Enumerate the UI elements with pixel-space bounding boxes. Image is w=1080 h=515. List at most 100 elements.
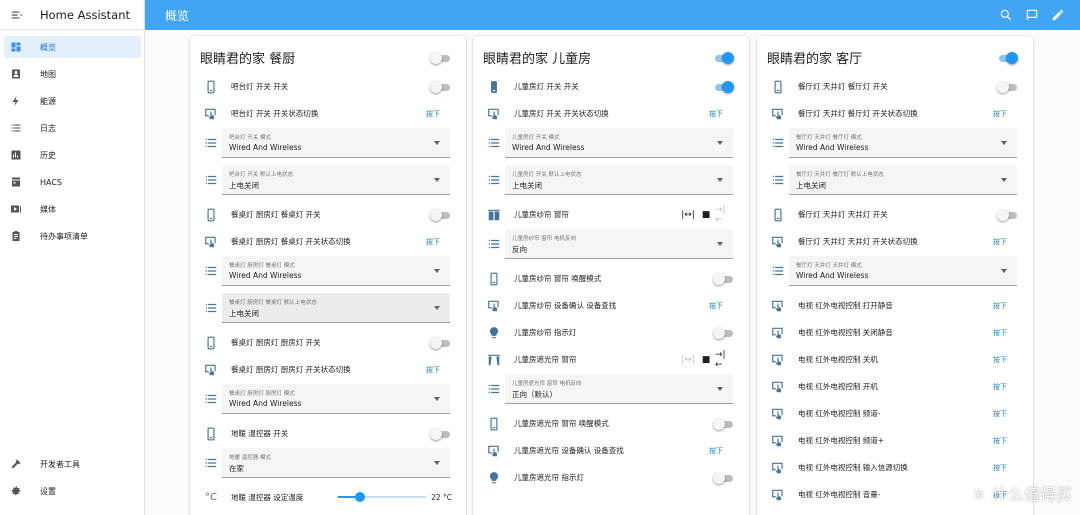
press-button[interactable]: 按下 [426, 237, 440, 247]
card-header-toggle[interactable] [713, 52, 734, 64]
press-button[interactable]: 按下 [993, 436, 1007, 446]
sidebar-item-hacs[interactable]: HACS [4, 171, 141, 193]
card-header-toggle[interactable] [997, 52, 1018, 64]
dropdown-caret-icon[interactable] [717, 141, 723, 145]
card-title: 眼睛君的家 儿童房 [483, 52, 592, 67]
select-box[interactable]: 吧台灯 开关 模式 Wired And Wireless [222, 128, 450, 158]
switch-icon [204, 208, 218, 222]
select-field[interactable]: 餐厅灯 天井灯 餐厅灯 模式 Wired And Wireless [757, 128, 1033, 158]
press-button[interactable]: 按下 [709, 446, 723, 456]
cover-stop-icon[interactable]: ■ [697, 355, 715, 365]
entity-toggle[interactable] [430, 80, 450, 93]
select-box[interactable]: 餐桌灯 厨房灯 餐桌灯 模式 Wired And Wireless [222, 256, 450, 286]
select-field[interactable]: 吧台灯 开关 模式 Wired And Wireless [190, 128, 466, 158]
press-button[interactable]: 按下 [993, 328, 1007, 338]
sidebar-item-label: 能源 [40, 96, 56, 106]
entity-toggle[interactable] [430, 208, 450, 221]
gear-icon [10, 485, 22, 497]
press-button[interactable]: 按下 [993, 463, 1007, 473]
menu-icon[interactable] [10, 8, 24, 22]
entity-toggle[interactable] [430, 336, 450, 349]
entity-name: 餐桌灯 厨房灯 餐桌灯 开关状态切换 [231, 237, 351, 246]
entity-toggle[interactable] [997, 208, 1017, 221]
entity-toggle[interactable] [997, 80, 1017, 93]
sidebar-item-settings[interactable]: 设置 [4, 480, 141, 502]
dropdown-caret-icon[interactable] [717, 242, 723, 246]
select-box[interactable]: 餐桌灯 厨房灯 厨房灯 模式 Wired And Wireless [222, 384, 450, 414]
temperature-slider[interactable] [338, 492, 426, 502]
sidebar-item-developer-tools[interactable]: 开发者工具 [4, 453, 141, 475]
dropdown-caret-icon[interactable] [434, 397, 440, 401]
entity-toggle[interactable] [713, 80, 734, 93]
sidebar-item-map[interactable]: 地图 [4, 63, 141, 85]
dropdown-caret-icon[interactable] [434, 461, 440, 465]
dropdown-caret-icon[interactable] [434, 141, 440, 145]
entity-name: 儿童房纱帘 窗帘 [514, 210, 569, 219]
select-box[interactable]: 儿童房纱帘 窗帘 电机反向 反向 [505, 229, 733, 259]
select-field[interactable]: 餐桌灯 厨房灯 餐桌灯 默认上电状态 上电关闭 [190, 293, 466, 323]
edit-pencil-icon[interactable] [1051, 8, 1065, 22]
sidebar-item-overview[interactable]: 概览 [4, 36, 141, 58]
press-button[interactable]: 按下 [993, 355, 1007, 365]
search-icon[interactable] [999, 8, 1013, 22]
select-field[interactable]: 儿童房灯 开关 模式 Wired And Wireless [473, 128, 749, 158]
assist-chat-icon[interactable] [1025, 8, 1039, 22]
press-button[interactable]: 按下 [426, 365, 440, 375]
slider-knob[interactable] [355, 492, 365, 502]
cover-stop-icon[interactable]: ■ [697, 210, 715, 220]
select-value: 正向（默认） [512, 390, 557, 399]
dropdown-caret-icon[interactable] [1001, 269, 1007, 273]
select-field[interactable]: 餐厅灯 天井灯 天井灯 模式 Wired And Wireless [757, 256, 1033, 286]
entity-toggle[interactable] [713, 417, 733, 430]
sidebar-item-energy[interactable]: 能源 [4, 90, 141, 112]
select-box[interactable]: 餐厅灯 天井灯 天井灯 模式 Wired And Wireless [789, 256, 1017, 286]
dropdown-caret-icon[interactable] [717, 387, 723, 391]
select-field[interactable]: 餐厅灯 天井灯 餐厅灯 默认上电状态 上电关闭 [757, 165, 1033, 195]
list-icon [771, 136, 785, 150]
select-field[interactable]: 儿童房遮光帘 窗帘 电机反向 正向（默认） [473, 374, 749, 404]
select-field[interactable]: 地暖 温控器 模式 在家 [190, 448, 466, 478]
cover-open-icon[interactable]: |↔| [679, 210, 697, 220]
dropdown-caret-icon[interactable] [434, 269, 440, 273]
toggle-thumb [430, 80, 442, 93]
select-box[interactable]: 地暖 温控器 模式 在家 [222, 448, 450, 478]
select-box[interactable]: 儿童房灯 开关 默认上电状态 上电关闭 [505, 165, 733, 195]
select-box[interactable]: 儿童房灯 开关 模式 Wired And Wireless [505, 128, 733, 158]
card-header-toggle[interactable] [430, 52, 450, 64]
select-box[interactable]: 吧台灯 开关 默认上电状态 上电关闭 [222, 165, 450, 195]
press-button[interactable]: 按下 [993, 409, 1007, 419]
dropdown-caret-icon[interactable] [717, 178, 723, 182]
dropdown-caret-icon[interactable] [434, 178, 440, 182]
press-button[interactable]: 按下 [709, 301, 723, 311]
entity-toggle[interactable] [713, 272, 733, 285]
cover-open-icon[interactable]: |↔| [679, 355, 697, 365]
press-button[interactable]: 按下 [993, 109, 1007, 119]
sidebar-item-todo[interactable]: 待办事项清单 [4, 225, 141, 247]
select-field[interactable]: 儿童房纱帘 窗帘 电机反向 反向 [473, 229, 749, 259]
entity-toggle[interactable] [713, 326, 733, 339]
dropdown-caret-icon[interactable] [434, 306, 440, 310]
select-field[interactable]: 吧台灯 开关 默认上电状态 上电关闭 [190, 165, 466, 195]
dropdown-caret-icon[interactable] [1001, 178, 1007, 182]
select-box[interactable]: 儿童房遮光帘 窗帘 电机反向 正向（默认） [505, 374, 733, 404]
select-box[interactable]: 餐桌灯 厨房灯 餐桌灯 默认上电状态 上电关闭 [222, 293, 450, 323]
sidebar-item-history[interactable]: 历史 [4, 144, 141, 166]
press-button[interactable]: 按下 [709, 109, 723, 119]
entity-toggle[interactable] [713, 471, 733, 484]
press-button[interactable]: 按下 [993, 237, 1007, 247]
select-box[interactable]: 餐厅灯 天井灯 餐厅灯 模式 Wired And Wireless [789, 128, 1017, 158]
cover-close-icon[interactable]: →|← [715, 350, 733, 370]
cover-close-icon[interactable]: →|← [715, 205, 733, 225]
sidebar-item-media[interactable]: 媒体 [4, 198, 141, 220]
press-button[interactable]: 按下 [993, 301, 1007, 311]
entity-toggle[interactable] [430, 427, 450, 440]
press-button[interactable]: 按下 [426, 109, 440, 119]
dropdown-caret-icon[interactable] [1001, 141, 1007, 145]
select-box[interactable]: 餐厅灯 天井灯 餐厅灯 默认上电状态 上电关闭 [789, 165, 1017, 195]
sidebar-item-logbook[interactable]: 日志 [4, 117, 141, 139]
select-field[interactable]: 儿童房灯 开关 默认上电状态 上电关闭 [473, 165, 749, 195]
select-field[interactable]: 餐桌灯 厨房灯 餐桌灯 模式 Wired And Wireless [190, 256, 466, 286]
select-label: 餐厅灯 天井灯 餐厅灯 模式 [796, 135, 862, 141]
press-button[interactable]: 按下 [993, 382, 1007, 392]
select-field[interactable]: 餐桌灯 厨房灯 厨房灯 模式 Wired And Wireless [190, 384, 466, 414]
